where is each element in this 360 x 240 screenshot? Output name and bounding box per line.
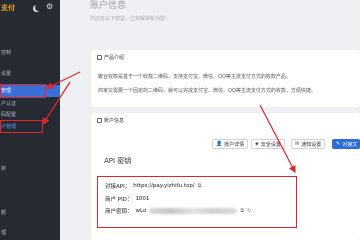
sidebar-item-verification[interactable]: 户认证 (0, 102, 60, 107)
key-value: wLo (135, 208, 147, 214)
key-row: 商户密钥： wLo ⧉ ↻ (105, 207, 251, 215)
info-icon (97, 55, 102, 60)
security-settings-button[interactable]: ◈ 安全设置 (251, 139, 285, 149)
account-card-header: 账户信息 (91, 113, 360, 124)
annotation-box-merchant (0, 120, 43, 133)
intro-line-2: 商家只需要一个固定的二维码，就可以完成支付宝、微信、QQ等主流支付方式的收款，方… (98, 88, 316, 94)
intro-line-1: 聚合收款是基于一个收款二维码，支持支付宝、微信、QQ等主流支付方式的收款产品。 (98, 74, 291, 80)
page-title: 账户信息 (90, 1, 127, 11)
sidebar-item-payment-config[interactable]: 码配置 (0, 113, 60, 118)
intro-card-title: 产品介绍 (104, 55, 125, 61)
pid-row: 商户 PID： 1001 (105, 195, 149, 203)
gear-icon[interactable]: ⚙ (46, 3, 53, 11)
logo: 支付 (1, 4, 15, 12)
api-url-value: https://pay.yizhifu.top/ (133, 183, 195, 189)
refresh-icon[interactable]: ↻ (247, 208, 251, 214)
shield-icon: ◈ (255, 140, 259, 147)
sidebar-item-balance[interactable]: 额 (0, 211, 60, 216)
wrench-icon: ✎ (336, 140, 341, 147)
user-icon: 👤 (216, 140, 223, 147)
page-description: 你还有以下权益，立刻解锁新功能！ (90, 16, 171, 22)
annotation-box-account (0, 84, 46, 98)
api-url-label: 对接API： (105, 184, 131, 190)
pid-label: 商户 PID： (105, 197, 133, 203)
sidebar-item-dashboard[interactable]: 控制 (0, 51, 60, 56)
key-label: 商户密钥： (105, 209, 133, 215)
api-key-title: API 密钥 (104, 157, 132, 165)
sidebar-item-transfer[interactable]: 转 (0, 167, 60, 172)
account-card-title: 账户信息 (104, 118, 125, 124)
sidebar-header: 支付 ⚙ (0, 0, 60, 16)
intro-card: 产品介绍 聚合收款是基于一个收款二维码，支持支付宝、微信、QQ等主流支付方式的收… (91, 50, 360, 107)
account-detail-button[interactable]: 👤 账户详情 (212, 139, 249, 149)
key-blurred (149, 208, 238, 214)
api-docs-button[interactable]: ✎ 对接文 (332, 139, 360, 149)
sidebar-item-settings[interactable]: 设置 (0, 72, 60, 77)
notify-settings-button[interactable]: ✉ 通知设置 (291, 139, 326, 149)
copy-icon[interactable]: ⧉ (240, 208, 244, 214)
pid-value: 1001 (135, 196, 150, 202)
wallet-icon (97, 118, 102, 123)
mail-icon: ✉ (295, 140, 300, 147)
intro-card-header: 产品介绍 (91, 50, 360, 61)
page-header: 账户信息 你还有以下权益，立刻解锁新功能！ (90, 1, 171, 23)
main-content: 账户信息 你还有以下权益，立刻解锁新功能！ 产品介绍 聚合收款是基于一个收款二维… (60, 0, 360, 240)
sidebar-item-misc[interactable]: 理 (0, 231, 60, 236)
copy-icon[interactable]: ⧉ (198, 183, 202, 189)
api-url-row: 对接API： https://pay.yizhifu.top/ ⧉ (105, 182, 201, 190)
chevron-up-icon: ⌃ (49, 87, 54, 93)
moon-icon[interactable] (35, 4, 42, 11)
